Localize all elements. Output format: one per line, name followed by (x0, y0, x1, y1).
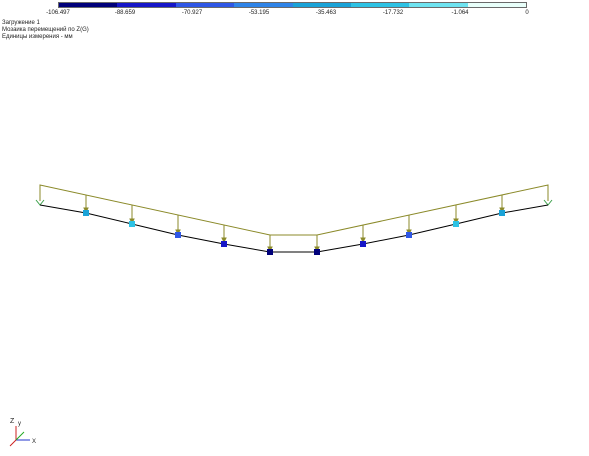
x-axis-label: X (32, 439, 36, 445)
beam-node[interactable] (360, 241, 366, 247)
z-axis-label: Z (10, 418, 15, 425)
y-axis-line (15, 431, 25, 441)
beam-node[interactable] (453, 221, 459, 227)
beam-node[interactable] (83, 210, 89, 216)
axis-tail-line (9, 439, 17, 447)
beam-element[interactable] (39, 204, 549, 253)
beam-node[interactable] (314, 249, 320, 255)
y-axis-label: y (18, 421, 21, 427)
beam-node[interactable] (175, 232, 181, 238)
beam-node[interactable] (221, 241, 227, 247)
model-viewport[interactable] (0, 0, 589, 456)
beam-node[interactable] (406, 232, 412, 238)
beam-node[interactable] (267, 249, 273, 255)
beam-nodes[interactable] (83, 210, 505, 255)
load-diagram-outline (39, 184, 549, 236)
load-arrows (83, 195, 505, 253)
axis-triad: Z y X (9, 418, 36, 447)
beam-node[interactable] (499, 210, 505, 216)
beam-node[interactable] (129, 221, 135, 227)
